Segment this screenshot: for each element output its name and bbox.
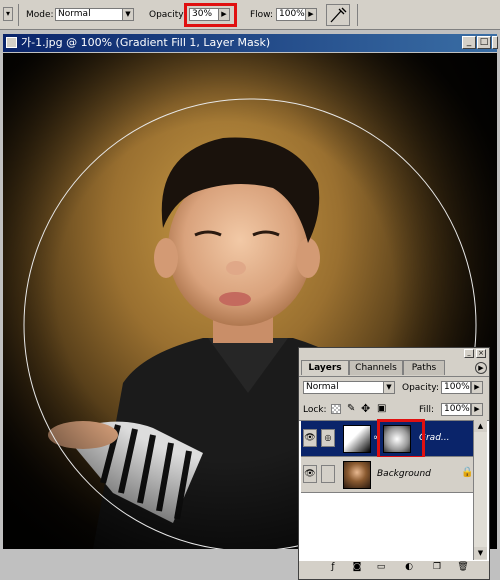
add-mask-icon[interactable]: ◙ [351, 562, 363, 573]
brush-preset-icon[interactable]: ▾ [3, 7, 13, 21]
panel-menu-icon[interactable]: ▶ [475, 362, 487, 374]
layer-row-background[interactable]: 👁 Background 🔒 [301, 457, 473, 493]
panel-separator [299, 376, 489, 377]
panel-close-icon[interactable]: × [476, 349, 486, 358]
fill-arrow-icon[interactable]: ▶ [471, 403, 483, 416]
fill-label: Fill: [419, 405, 435, 415]
panel-tabs: Layers Channels Paths ▶ [299, 360, 489, 376]
blend-mode-select[interactable]: Normal [303, 381, 385, 394]
lock-position-icon[interactable]: ✥ [361, 402, 370, 415]
layer-opacity-label: Opacity: [402, 383, 439, 393]
separator [18, 4, 19, 26]
tab-layers[interactable]: Layers [301, 360, 349, 375]
mask-link-icon[interactable]: ◎ [321, 429, 335, 447]
layer-opacity-input[interactable]: 100% [441, 381, 471, 394]
layers-list: 👁 ◎ ∞ Grad... 👁 Background 🔒 [299, 419, 489, 561]
lock-icon: 🔒 [461, 467, 474, 478]
mode-select-arrow-icon[interactable]: ▼ [122, 8, 134, 21]
visibility-eye-icon[interactable]: 👁 [303, 465, 317, 483]
lock-label: Lock: [303, 405, 327, 415]
flow-slider-arrow-icon[interactable]: ▶ [305, 8, 317, 21]
gradient-fill-thumbnail[interactable] [343, 425, 371, 453]
scroll-up-icon[interactable]: ▲ [474, 420, 487, 432]
lock-all-icon[interactable]: ▣ [377, 403, 386, 414]
fill-input[interactable]: 100% [441, 403, 471, 416]
flow-label: Flow: [250, 10, 274, 20]
document-window: 가-1.jpg @ 100% (Gradient Fill 1, Layer M… [0, 34, 500, 580]
opacity-label: Opacity: [149, 10, 186, 20]
panel-minimize-icon[interactable]: _ [464, 349, 474, 358]
lock-image-icon[interactable]: ✎ [347, 403, 355, 414]
maximize-icon[interactable]: □ [477, 36, 491, 49]
blend-mode-arrow-icon[interactable]: ▼ [383, 381, 395, 394]
mode-label: Mode: [26, 10, 54, 20]
adjustment-layer-icon[interactable]: ◐ [403, 562, 415, 573]
tab-channels[interactable]: Channels [349, 360, 403, 375]
tab-paths[interactable]: Paths [403, 360, 445, 375]
visibility-eye-icon[interactable]: 👁 [303, 429, 317, 447]
flow-input[interactable]: 100% [276, 8, 306, 21]
panel-titlebar[interactable]: _ × [299, 348, 489, 359]
lock-transparency-icon[interactable] [331, 404, 341, 414]
document-titlebar[interactable]: 가-1.jpg @ 100% (Gradient Fill 1, Layer M… [3, 34, 498, 52]
new-set-icon[interactable]: ▭ [375, 562, 387, 573]
layer-style-icon[interactable]: ƒ [327, 562, 339, 573]
minimize-icon[interactable]: _ [462, 36, 476, 49]
delete-layer-icon[interactable]: 🗑 [457, 562, 469, 573]
layer-opacity-arrow-icon[interactable]: ▶ [471, 381, 483, 394]
document-icon [6, 37, 17, 48]
opacity-highlight-box [184, 3, 237, 27]
mode-select[interactable]: Normal [55, 8, 123, 21]
layers-panel: _ × Layers Channels Paths ▶ Normal ▼ Opa… [298, 347, 490, 580]
options-bar: ▾ Mode: Normal ▼ Opacity: 30% ▶ Flow: 10… [0, 0, 500, 30]
scroll-down-icon[interactable]: ▼ [474, 547, 487, 559]
separator [357, 4, 358, 26]
layer-link-slot[interactable] [321, 465, 335, 483]
new-layer-icon[interactable]: ❐ [431, 562, 443, 573]
document-title: 가-1.jpg @ 100% (Gradient Fill 1, Layer M… [21, 36, 271, 49]
layer-mask-highlight-box [377, 419, 425, 459]
airbrush-icon[interactable] [326, 4, 350, 26]
close-icon[interactable] [492, 36, 498, 49]
layers-scrollbar[interactable]: ▲ ▼ [473, 420, 487, 560]
background-thumbnail[interactable] [343, 461, 371, 489]
layer-name[interactable]: Background [377, 469, 431, 479]
